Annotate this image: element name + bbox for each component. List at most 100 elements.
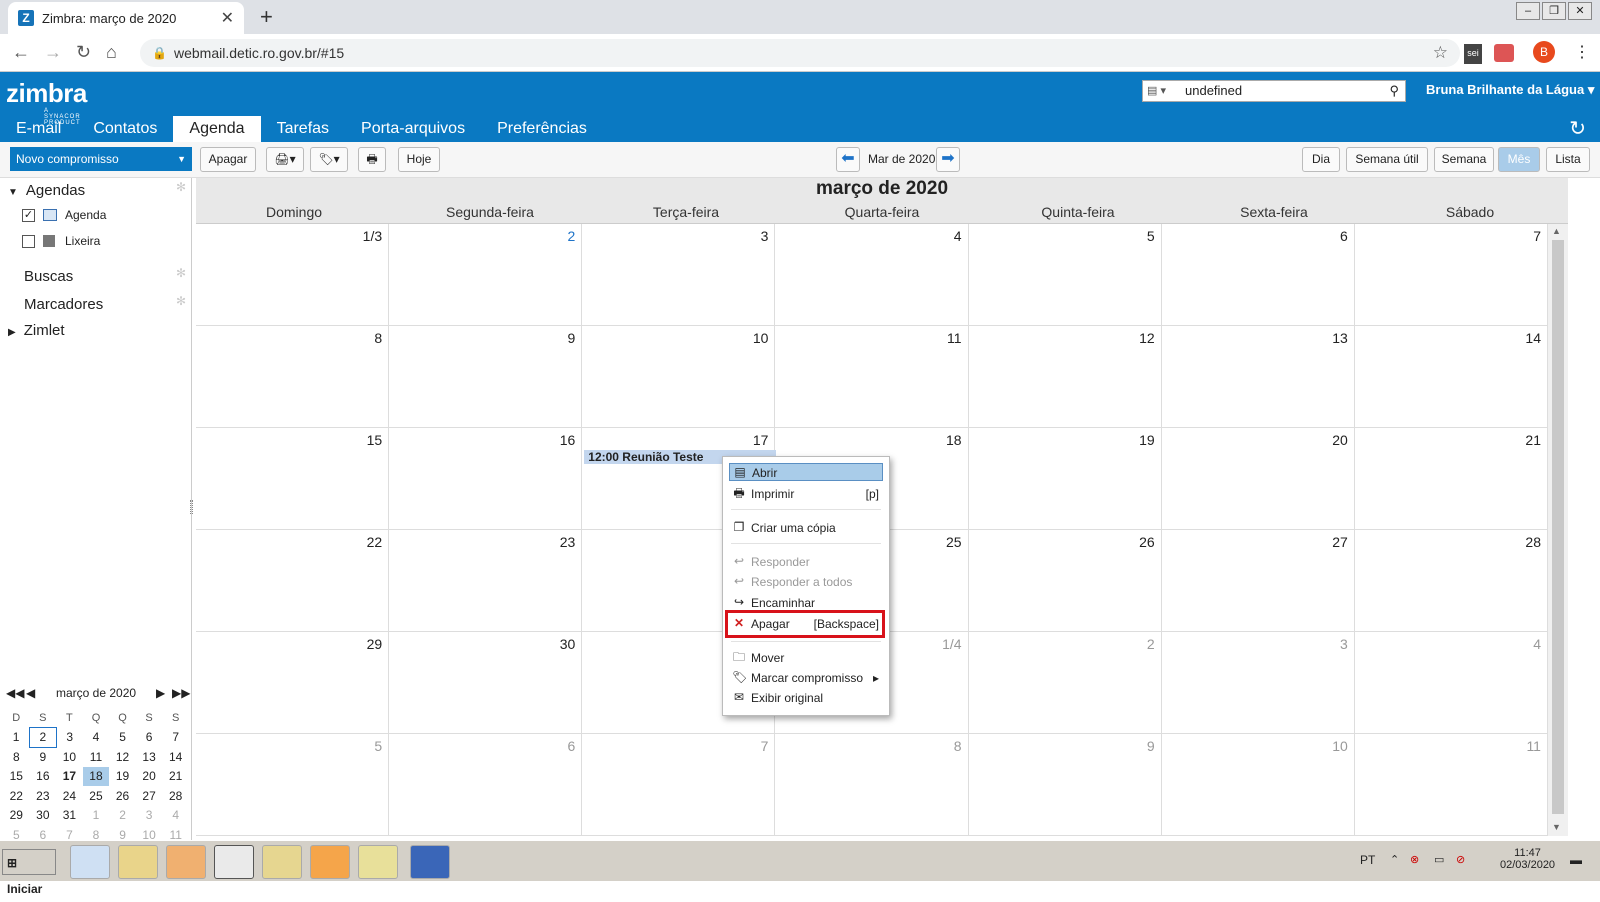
- buscas-header[interactable]: Buscas: [24, 268, 73, 285]
- scroll-down-icon[interactable]: ▼: [1552, 822, 1561, 832]
- marcadores-header[interactable]: Marcadores: [24, 296, 103, 313]
- desktop-icon[interactable]: ▬: [1570, 853, 1582, 867]
- mini-day[interactable]: 1: [83, 806, 110, 826]
- tab-email[interactable]: E-mail: [0, 116, 77, 142]
- menu-item-open[interactable]: ▤ Abrir: [729, 463, 883, 481]
- day-cell[interactable]: 2: [968, 632, 1162, 734]
- mini-day[interactable]: 1: [3, 728, 30, 748]
- new-tab-icon[interactable]: +: [260, 4, 273, 30]
- mini-day[interactable]: 28: [162, 786, 189, 806]
- day-cell[interactable]: 4: [1354, 632, 1548, 734]
- mini-day-today[interactable]: 2: [29, 727, 57, 748]
- lixeira-checkbox[interactable]: [22, 234, 35, 248]
- delete-button[interactable]: Apagar: [200, 147, 256, 172]
- menu-item-move[interactable]: 🗀 Mover: [729, 649, 883, 667]
- day-cell[interactable]: 9: [389, 326, 583, 428]
- forward-icon[interactable]: →: [44, 42, 62, 63]
- mini-day[interactable]: 3: [56, 728, 83, 748]
- mini-day[interactable]: 26: [109, 786, 136, 806]
- mini-day[interactable]: 6: [136, 728, 163, 748]
- tab-contatos[interactable]: Contatos: [77, 116, 173, 142]
- day-cell[interactable]: 23: [389, 530, 583, 632]
- scroll-up-icon[interactable]: ▲: [1552, 226, 1561, 236]
- home-icon[interactable]: ⌂: [106, 42, 117, 63]
- buscas-gear-icon[interactable]: ✻: [176, 266, 186, 280]
- day-cell[interactable]: 27: [1161, 530, 1355, 632]
- word-icon[interactable]: [410, 845, 450, 879]
- agendas-gear-icon[interactable]: ✻: [176, 180, 186, 194]
- next-year-icon[interactable]: ▶▶: [172, 686, 190, 700]
- day-cell[interactable]: 7: [582, 734, 776, 836]
- menu-item-tag[interactable]: 🏷 Marcar compromisso ▸: [729, 669, 883, 687]
- day-cell[interactable]: 6: [1161, 224, 1355, 326]
- day-cell[interactable]: 10: [582, 326, 776, 428]
- back-icon[interactable]: ←: [12, 42, 30, 63]
- day-cell[interactable]: 22: [196, 530, 390, 632]
- printer-tray-icon[interactable]: ▭: [1434, 853, 1444, 866]
- menu-item-reply[interactable]: ↩ Responder: [729, 553, 883, 571]
- window-close-icon[interactable]: ✕: [1568, 2, 1592, 20]
- day-cell[interactable]: 11: [775, 326, 969, 428]
- mini-day[interactable]: 9: [30, 747, 57, 767]
- mini-day[interactable]: 24: [56, 786, 83, 806]
- menu-item-reply-all[interactable]: ↩ Responder a todos: [729, 573, 883, 591]
- prev-year-icon[interactable]: ◀◀: [6, 686, 24, 700]
- mini-day[interactable]: 5: [109, 728, 136, 748]
- network-icon[interactable]: ⊗: [1410, 853, 1419, 866]
- notes-icon[interactable]: [358, 845, 398, 879]
- mini-day[interactable]: 4: [162, 806, 189, 826]
- view-month-button[interactable]: Mês: [1498, 147, 1540, 172]
- tray-expand-icon[interactable]: ⌃: [1390, 853, 1399, 866]
- browser-menu-icon[interactable]: ⋮: [1574, 42, 1590, 62]
- tab-close-icon[interactable]: ✕: [221, 8, 234, 28]
- day-cell[interactable]: 16: [389, 428, 583, 530]
- user-menu[interactable]: Bruna Brilhante da Lágua ▾: [1426, 82, 1594, 98]
- volume-icon[interactable]: ⊘: [1456, 853, 1465, 866]
- agendas-header[interactable]: ▼ Agendas: [8, 182, 85, 199]
- tag-button[interactable]: 🏷▾: [310, 147, 348, 172]
- day-cell[interactable]: 14: [1354, 326, 1548, 428]
- day-cell[interactable]: 5: [196, 734, 390, 836]
- media-player-icon[interactable]: [166, 845, 206, 879]
- zimlet-header[interactable]: ▶ Zimlet: [8, 322, 65, 339]
- firefox-icon[interactable]: [310, 845, 350, 879]
- mini-day[interactable]: 17: [56, 767, 83, 787]
- calendar-scrollbar[interactable]: ▲ ▼: [1548, 224, 1568, 836]
- day-cell[interactable]: 10: [1161, 734, 1355, 836]
- tab-agenda[interactable]: Agenda: [173, 116, 261, 142]
- bookmark-star-icon[interactable]: ☆: [1433, 39, 1448, 67]
- sidebar-resize-handle[interactable]: [190, 500, 193, 514]
- tab-tarefas[interactable]: Tarefas: [261, 116, 345, 142]
- mini-day[interactable]: 15: [3, 767, 30, 787]
- profile-avatar[interactable]: B: [1533, 41, 1555, 63]
- day-cell[interactable]: 5: [968, 224, 1162, 326]
- mini-day[interactable]: 7: [162, 728, 189, 748]
- day-cell[interactable]: 26: [968, 530, 1162, 632]
- menu-item-show-original[interactable]: ✉ Exibir original: [729, 689, 883, 707]
- mini-day[interactable]: 16: [30, 767, 57, 787]
- start-button[interactable]: ⊞ Iniciar: [2, 849, 56, 896]
- day-cell[interactable]: 11: [1354, 734, 1548, 836]
- chrome-icon[interactable]: [214, 845, 254, 879]
- mini-day[interactable]: 11: [83, 747, 110, 767]
- mini-day[interactable]: 30: [30, 806, 57, 826]
- sidebar-item-agenda[interactable]: ✓ Agenda: [22, 208, 106, 222]
- day-cell[interactable]: 3: [582, 224, 776, 326]
- search-type-dropdown-icon[interactable]: ▤ ▾: [1147, 81, 1166, 101]
- clock[interactable]: 11:47 02/03/2020: [1500, 847, 1555, 871]
- tab-preferencias[interactable]: Preferências: [481, 116, 603, 142]
- view-day-button[interactable]: Dia: [1302, 147, 1340, 172]
- refresh-icon[interactable]: ↻: [1569, 116, 1586, 141]
- prev-month-mini-icon[interactable]: ◀: [26, 686, 35, 700]
- agenda-checkbox[interactable]: ✓: [22, 208, 35, 222]
- mini-day[interactable]: 29: [3, 806, 30, 826]
- prev-month-icon[interactable]: ⬅: [836, 147, 860, 172]
- search-icon[interactable]: ⚲: [1389, 81, 1399, 101]
- mini-day[interactable]: 21: [162, 767, 189, 787]
- view-list-button[interactable]: Lista: [1546, 147, 1590, 172]
- menu-item-print[interactable]: 🖶 Imprimir [p]: [729, 485, 883, 503]
- move-button[interactable]: 🖨▾: [266, 147, 304, 172]
- day-cell[interactable]: 8: [775, 734, 969, 836]
- mini-day[interactable]: 4: [83, 728, 110, 748]
- day-cell[interactable]: 29: [196, 632, 390, 734]
